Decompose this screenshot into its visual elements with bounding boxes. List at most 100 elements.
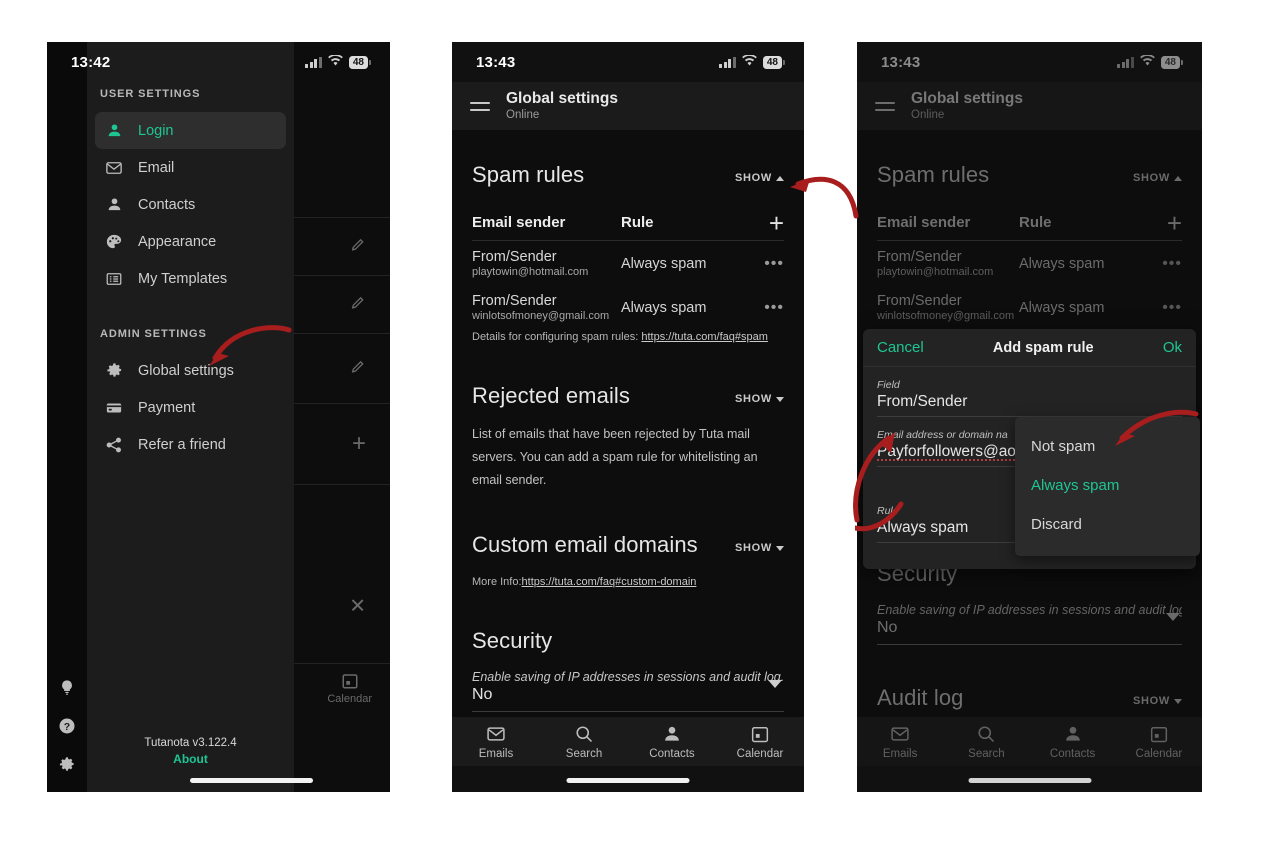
sidebar-item-login[interactable]: Login <box>95 112 286 149</box>
spam-rules-table-header: Email sender Rule + <box>472 210 784 241</box>
page-title: Global settings <box>506 89 618 107</box>
battery-indicator: 48 <box>348 55 372 69</box>
dropdown-option-always-spam[interactable]: Always spam <box>1015 466 1200 505</box>
background-content-phone1: + ✕ Calendar <box>294 42 390 792</box>
add-spam-rule-button[interactable]: + <box>1154 210 1182 236</box>
envelope-icon <box>891 726 909 741</box>
drawer-section-label-admin: ADMIN SETTINGS <box>100 328 207 340</box>
person-icon <box>104 195 124 215</box>
dropdown-option-not-spam[interactable]: Not spam <box>1015 427 1200 466</box>
help-icon[interactable]: ? <box>58 717 76 740</box>
show-label: SHOW <box>1132 172 1170 184</box>
row-more-options-icon[interactable]: ••• <box>756 299 784 317</box>
rule-field: From/Sender <box>877 249 962 265</box>
tab-calendar[interactable]: Calendar <box>716 717 804 766</box>
wifi-icon <box>328 53 343 71</box>
tab-label: Contacts <box>1049 747 1096 760</box>
tab-emails: Emails <box>857 717 943 766</box>
spam-faq-link[interactable]: https://tuta.com/faq#spam <box>641 331 768 343</box>
sidebar-item-label: Payment <box>138 399 196 416</box>
section-security: Security <box>472 628 784 654</box>
list-icon <box>104 269 124 289</box>
tab-label: Calendar <box>736 747 784 760</box>
field-select-group[interactable]: Field From/Sender <box>877 379 1182 417</box>
rule-field: From/Sender <box>877 293 962 309</box>
credit-card-icon <box>104 398 124 418</box>
toggle-show-rejected-emails[interactable]: SHOW <box>735 393 784 409</box>
hamburger-menu-icon[interactable] <box>875 101 895 111</box>
custom-domains-note: More Info:https://tuta.com/faq#custom-do… <box>472 576 784 588</box>
chevron-down-icon <box>1174 698 1182 704</box>
hamburger-menu-icon[interactable] <box>470 101 490 111</box>
person-icon <box>665 726 679 741</box>
tab-contacts[interactable]: Contacts <box>628 717 716 766</box>
custom-domain-faq-link[interactable]: https://tuta.com/faq#custom-domain <box>522 576 697 588</box>
lightbulb-icon[interactable] <box>59 679 76 701</box>
show-label: SHOW <box>734 393 772 405</box>
section-title: Spam rules <box>472 162 585 187</box>
gear-icon[interactable] <box>59 756 76 778</box>
chevron-down-icon <box>776 545 784 551</box>
section-title: Spam rules <box>877 162 990 187</box>
cancel-button[interactable]: Cancel <box>877 339 924 356</box>
gear-icon <box>104 361 124 381</box>
calendar-icon <box>751 726 769 742</box>
table-row: From/Sender playtowin@hotmail.com Always… <box>877 241 1182 285</box>
show-label: SHOW <box>734 172 772 184</box>
sidebar-item-label: My Templates <box>138 270 228 287</box>
tab-search[interactable]: Search <box>540 717 628 766</box>
sidebar-item-appearance[interactable]: Appearance <box>95 223 286 260</box>
edit-icon[interactable] <box>350 236 366 257</box>
tab-calendar: Calendar <box>1116 717 1202 766</box>
sidebar-item-global-settings[interactable]: Global settings <box>95 352 286 389</box>
add-spam-rule-button[interactable]: + <box>756 210 784 236</box>
drawer-section-label-user: USER SETTINGS <box>100 88 201 100</box>
phone-screen-settings-drawer: + ✕ Calendar ? USER SETTINGS Login Email… <box>47 42 390 792</box>
column-email-sender: Email sender <box>877 214 971 231</box>
dropdown-option-discard[interactable]: Discard <box>1015 505 1200 544</box>
rule-address: playtowin@hotmail.com <box>472 266 589 278</box>
ip-saving-select[interactable]: No <box>472 680 784 713</box>
settings-scroll-area[interactable]: Spam rules SHOW Email sender Rule + From… <box>452 130 804 717</box>
sidebar-item-label: Refer a friend <box>138 436 226 453</box>
search-icon <box>978 725 995 742</box>
tab-label: Search <box>565 747 603 760</box>
rule-field: From/Sender <box>472 293 557 309</box>
close-icon[interactable]: ✕ <box>349 594 366 619</box>
section-rejected-emails: Rejected emails SHOW <box>472 383 784 409</box>
tab-label: Emails <box>478 747 514 760</box>
sidebar-item-my-templates[interactable]: My Templates <box>95 260 286 297</box>
add-icon[interactable]: + <box>352 430 366 458</box>
edit-icon[interactable] <box>350 358 366 379</box>
sidebar-item-contacts[interactable]: Contacts <box>95 186 286 223</box>
home-indicator <box>566 778 690 783</box>
app-version-footer: Tutanota v3.122.4 About <box>87 737 294 766</box>
rule-field: From/Sender <box>472 249 557 265</box>
sidebar-item-refer-a-friend[interactable]: Refer a friend <box>95 426 286 463</box>
ok-button[interactable]: Ok <box>1163 339 1182 356</box>
sidebar-item-payment[interactable]: Payment <box>95 389 286 426</box>
field-label: Field <box>877 379 900 391</box>
sidebar-item-email[interactable]: Email <box>95 149 286 186</box>
toggle-show-spam-rules[interactable]: SHOW <box>735 172 784 188</box>
screenshot-stage: + ✕ Calendar ? USER SETTINGS Login Email… <box>0 0 1266 851</box>
edit-icon[interactable] <box>350 294 366 315</box>
app-bar: Global settings Online <box>452 82 804 130</box>
column-rule: Rule <box>621 214 654 231</box>
tab-label: Calendar <box>1135 747 1183 760</box>
dialog-body: Field From/Sender Email address or domai… <box>863 367 1200 569</box>
row-more-options-icon[interactable]: ••• <box>756 255 784 273</box>
field-value: From/Sender <box>877 393 1182 417</box>
table-row[interactable]: From/Sender winlotsofmoney@gmail.com Alw… <box>472 285 784 329</box>
tab-emails[interactable]: Emails <box>452 717 540 766</box>
home-indicator <box>190 778 313 783</box>
toggle-show-custom-domains[interactable]: SHOW <box>735 542 784 558</box>
envelope-icon <box>104 158 124 178</box>
phone-screen-add-spam-rule-dialog: 13:43 48 Global settings Online Spam rul… <box>857 42 1202 792</box>
status-time: 13:43 <box>476 53 516 71</box>
dialog-title-bar: Cancel Add spam rule Ok <box>863 329 1196 367</box>
about-link[interactable]: About <box>87 752 294 766</box>
bottom-tab-bar: Emails Search Contacts Calendar <box>857 717 1202 766</box>
table-row[interactable]: From/Sender playtowin@hotmail.com Always… <box>472 241 784 285</box>
toggle-show-spam-rules[interactable]: SHOW <box>1133 172 1182 188</box>
